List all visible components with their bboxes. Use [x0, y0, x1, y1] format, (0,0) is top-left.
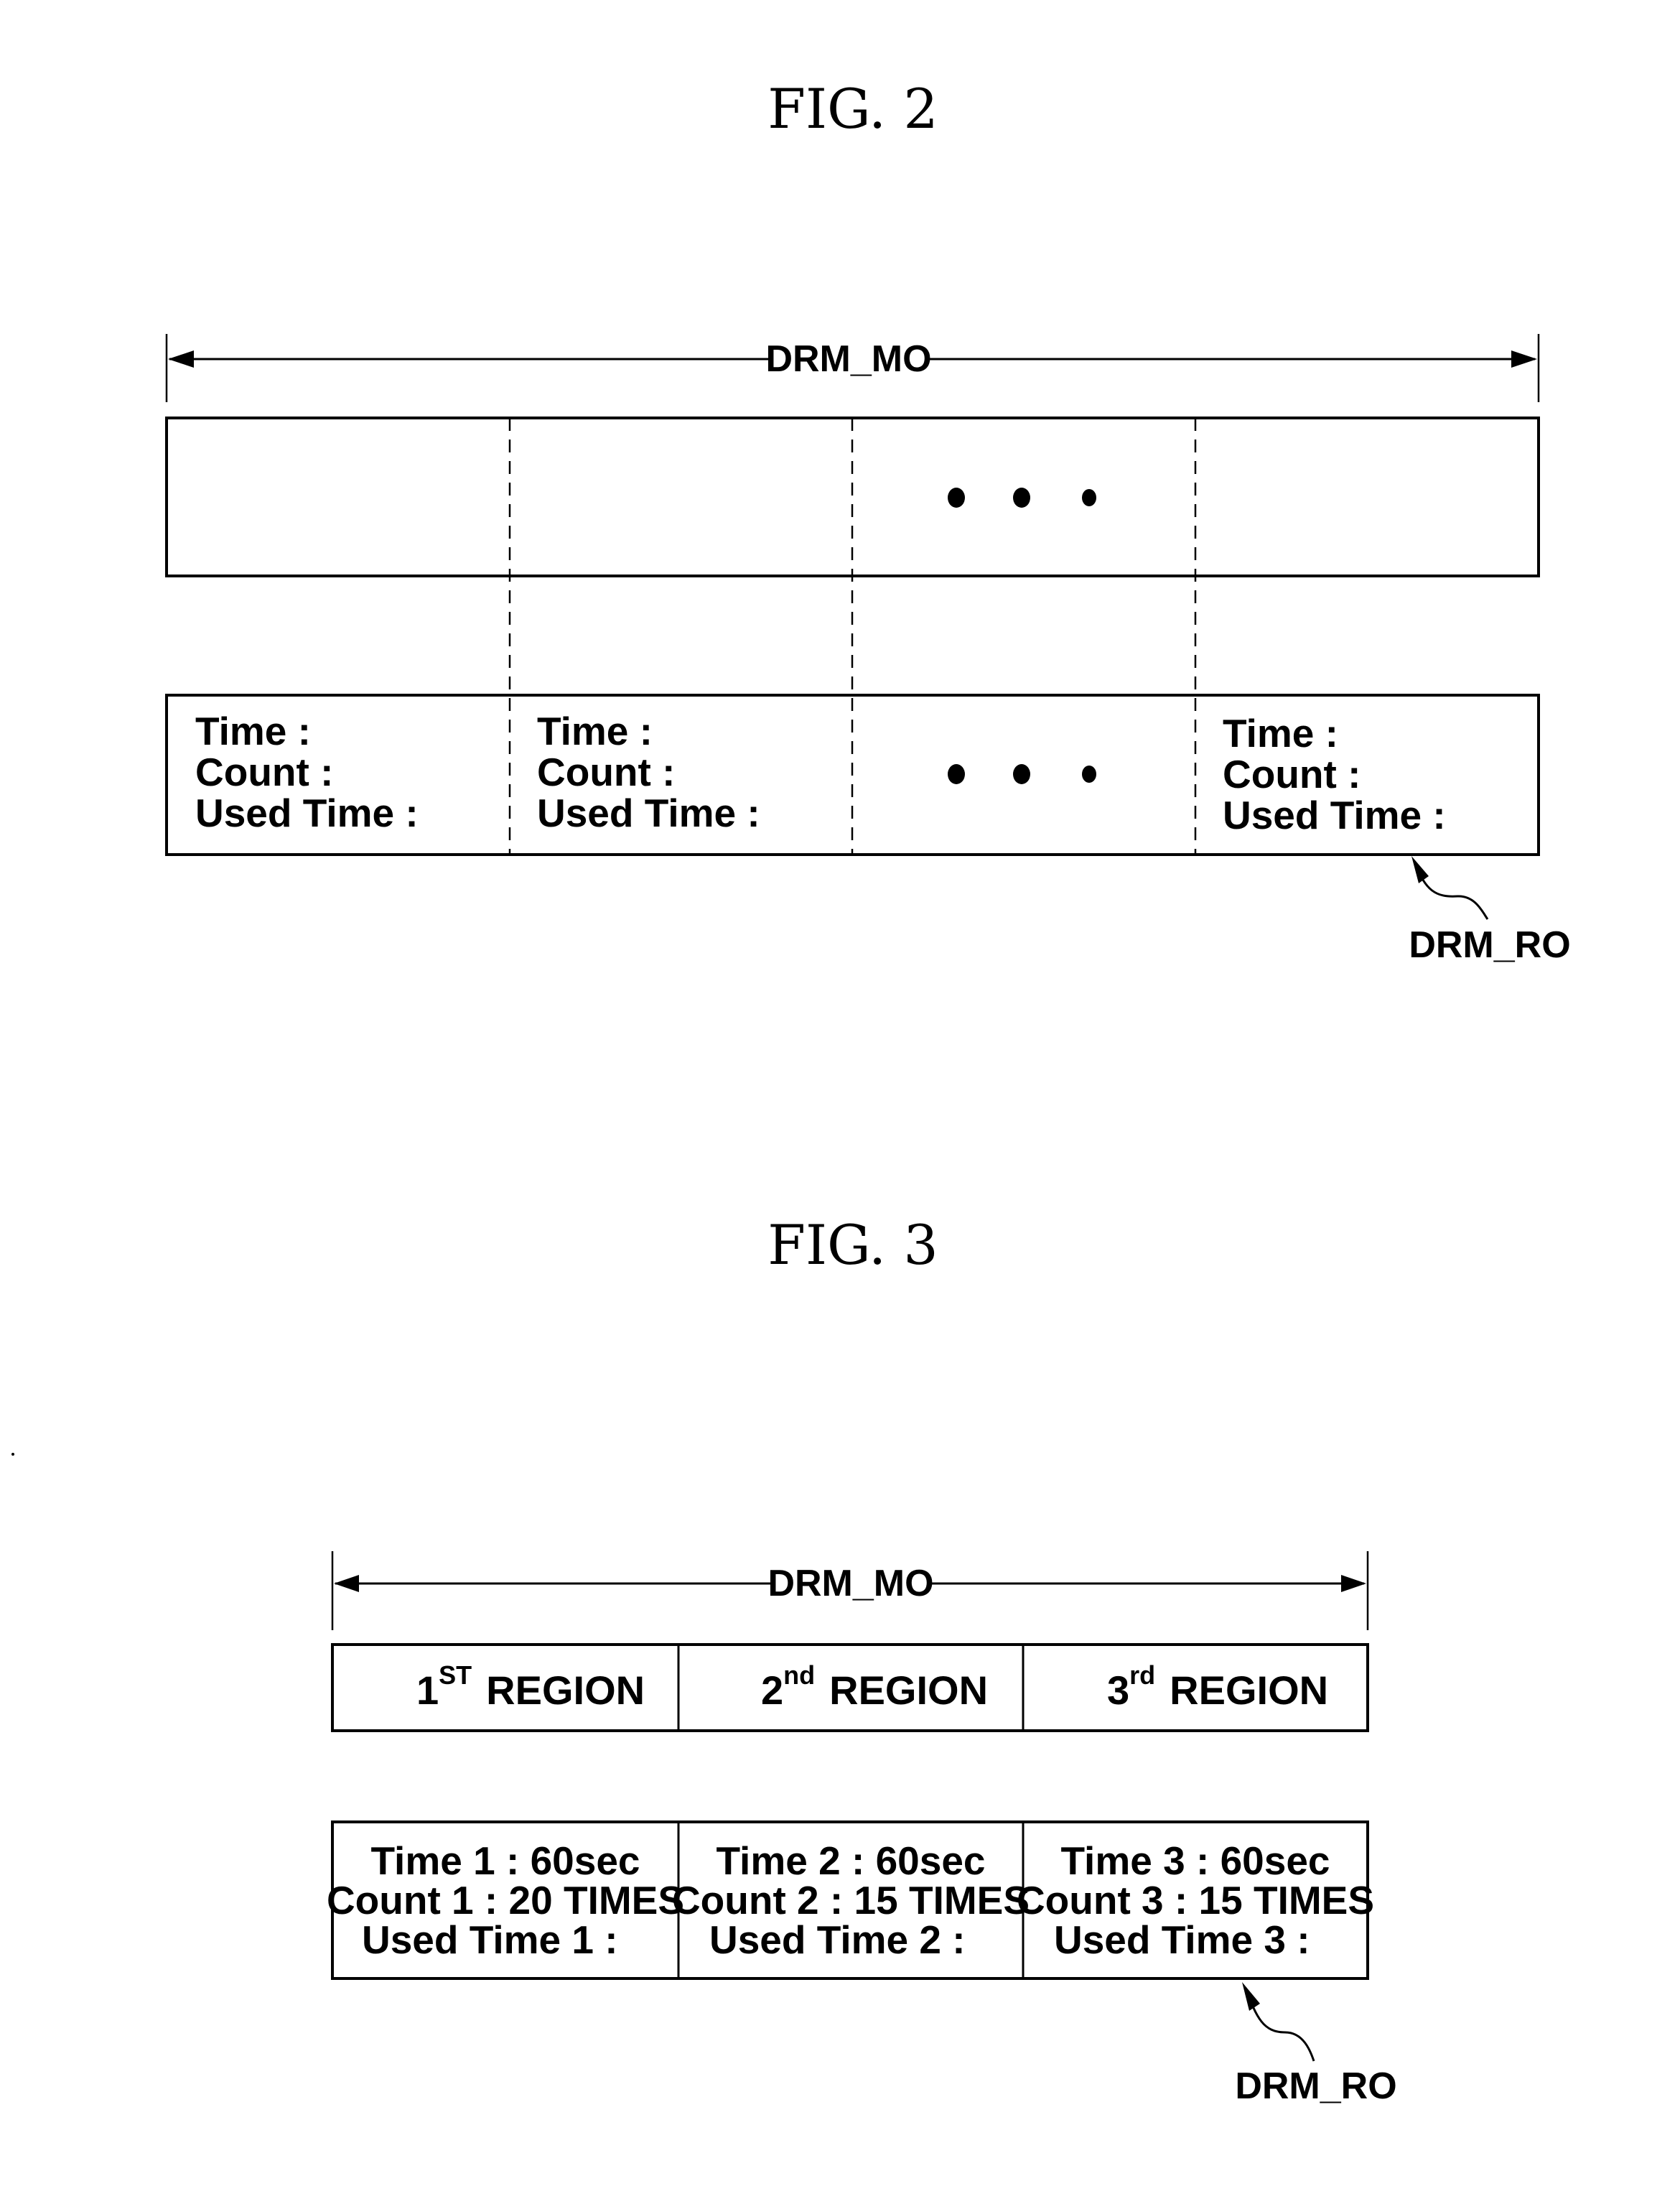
- time-field-label: Time :: [195, 709, 311, 753]
- count-field-label: Count :: [537, 750, 675, 794]
- fig3-drm-ro-label: DRM_RO: [1235, 2065, 1396, 2107]
- fig3-drm-ro-callout: DRM_RO: [1235, 1982, 1397, 2107]
- used-time-field-label: Used Time :: [195, 791, 419, 835]
- fig2-field-cell-last: Time : Count : Used Time :: [1223, 711, 1446, 837]
- fig3-title: FIG. 3: [767, 1213, 938, 1277]
- fig3-region-1: 1ST REGION: [416, 1660, 645, 1713]
- fig3-field-cell-1: Time 1 : 60sec Count 1 : 20 TIMES Used T…: [327, 1838, 684, 1962]
- callout-leader-line: [1413, 861, 1489, 920]
- fig3-field-cell-3: Time 3 : 60sec Count 3 : 15 TIMES Used T…: [1017, 1838, 1374, 1962]
- dot-icon: [1013, 488, 1030, 508]
- callout-arrowhead-icon: [1242, 1982, 1260, 2011]
- used-time-field-label: Used Time 3 :: [1054, 1917, 1310, 1962]
- figure-2: FIG. 2 DRM_MO Time : Count : Used Time:…: [165, 77, 1571, 966]
- region-ordinal-number: 2: [761, 1668, 783, 1713]
- time-field-label: Time 3 : 60sec: [1060, 1838, 1330, 1883]
- time-field-label: Time :: [537, 709, 653, 753]
- fig2-field-cell-2: Time : Count : Used Time :: [537, 709, 760, 835]
- fig2-drm-ro-label: DRM_RO: [1409, 924, 1570, 966]
- dot-icon: [1082, 489, 1096, 506]
- fig2-drm-ro-callout: DRM_RO: [1409, 856, 1571, 966]
- used-time-field-label: Used Time 1 :: [362, 1917, 618, 1962]
- dot-icon: [948, 764, 965, 784]
- count-field-label: Count :: [1223, 752, 1361, 796]
- region-ordinal-number: 1: [416, 1668, 439, 1713]
- region-word: REGION: [486, 1668, 645, 1713]
- fig3-drm-mo-label: DRM_MO: [767, 1563, 933, 1604]
- arrowhead-right-icon: [1341, 1575, 1366, 1592]
- fig2-field-cell-1: Time : Count : Used Time :: [195, 709, 419, 835]
- region-ordinal-number: 3: [1107, 1668, 1129, 1713]
- time-field-label: Time 1 : 60sec: [370, 1838, 640, 1883]
- time-field-label: Time 2 : 60sec: [716, 1838, 985, 1883]
- fig3-region-2: 2nd REGION: [761, 1660, 988, 1713]
- count-field-label: Count 1 : 20 TIMES: [327, 1878, 684, 1922]
- arrowhead-right-icon: [1511, 350, 1537, 368]
- patent-drawing-sheet: FIG. 2 DRM_MO Time : Count : Used Time:…: [11, 77, 1571, 2107]
- scan-speck: [11, 1453, 14, 1456]
- count-field-label: Count 3 : 15 TIMES: [1017, 1878, 1374, 1922]
- callout-arrowhead-icon: [1411, 856, 1429, 883]
- fig2-title: FIG. 2: [767, 77, 938, 141]
- used-time-field-label: Used Time :: [537, 791, 760, 835]
- fig3-region-3: 3rd REGION: [1107, 1660, 1328, 1713]
- count-field-label: Count 2 : 15 TIMES: [672, 1878, 1030, 1922]
- region-ordinal-suffix: rd: [1129, 1660, 1155, 1690]
- region-label: 3rd REGION: [1107, 1660, 1328, 1713]
- arrowhead-left-icon: [334, 1575, 359, 1592]
- fig2-drm-mo-label: DRM_MO: [765, 338, 931, 380]
- fig3-field-cell-2: Time 2 : 60sec Count 2 : 15 TIMES Used T…: [672, 1838, 1030, 1962]
- fig2-drm-mo-span: DRM_MO: [165, 334, 1540, 402]
- dot-icon: [1082, 766, 1096, 783]
- time-field-label: Time :: [1223, 711, 1338, 755]
- figure-3: FIG. 3 DRM_MO 1ST REGION 2nd REGION 3rd …: [327, 1213, 1397, 2107]
- region-word: REGION: [1170, 1668, 1328, 1713]
- fig3-drm-mo-span: DRM_MO: [331, 1551, 1369, 1630]
- used-time-field-label: Used Time :: [1223, 793, 1446, 837]
- region-label: 1ST REGION: [416, 1660, 645, 1713]
- arrowhead-left-icon: [168, 350, 194, 368]
- region-ordinal-suffix: ST: [439, 1660, 472, 1690]
- region-word: REGION: [829, 1668, 988, 1713]
- dot-icon: [1013, 764, 1030, 784]
- used-time-field-label: Used Time 2 :: [709, 1917, 966, 1962]
- dot-icon: [948, 488, 965, 508]
- count-field-label: Count :: [195, 750, 333, 794]
- fig2-ellipsis-bottom: [948, 764, 1096, 784]
- region-ordinal-suffix: nd: [783, 1660, 815, 1690]
- region-label: 2nd REGION: [761, 1660, 988, 1713]
- fig2-ellipsis-top: [948, 488, 1096, 508]
